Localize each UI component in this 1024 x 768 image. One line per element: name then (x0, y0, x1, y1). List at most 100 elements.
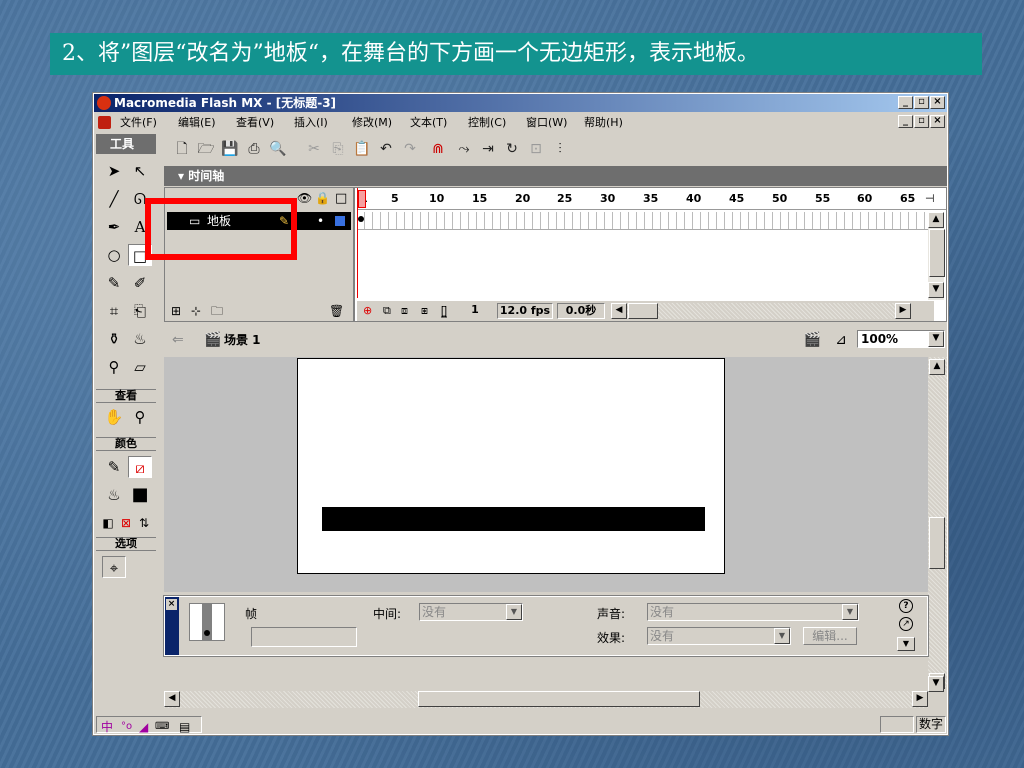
hscroll-left-arrow[interactable]: ◀ (611, 303, 627, 319)
window-titlebar[interactable]: Macromedia Flash MX - [无标题-3] (94, 94, 947, 112)
playhead[interactable] (357, 188, 366, 298)
zoom-tool-icon[interactable]: ⚲ (128, 406, 152, 428)
menu-modify[interactable]: 修改(M) (352, 113, 392, 132)
edit-symbol-icon[interactable]: ⊿ (835, 324, 847, 356)
hscroll-right-arrow[interactable]: ▶ (895, 303, 911, 319)
fill-transform-tool-icon[interactable]: ⎗ (128, 300, 152, 322)
ime-width-icon[interactable]: ◢ (139, 717, 148, 737)
redo-icon[interactable]: ↷ (400, 139, 420, 159)
insert-folder-icon[interactable]: 🗀 (211, 301, 223, 321)
tween-dropdown-icon[interactable]: ▼ (506, 604, 522, 620)
ime-chinese-icon[interactable]: 中 (101, 717, 113, 737)
paint-bucket-tool-icon[interactable]: ♨ (128, 328, 152, 350)
back-arrow-icon[interactable]: ⇐ (172, 324, 184, 356)
menu-edit[interactable]: 编辑(E) (178, 113, 216, 132)
straighten-icon[interactable]: ⇥ (478, 139, 498, 159)
scale-icon[interactable]: ⊡ (526, 139, 546, 159)
delete-layer-icon[interactable]: 🗑 (329, 301, 344, 321)
brush-tool-icon[interactable]: ✐ (128, 272, 152, 294)
sound-select[interactable]: 没有 ▼ (647, 603, 859, 621)
paste-icon[interactable]: 📋 (352, 139, 372, 159)
zoom-dropdown-icon[interactable]: ▼ (928, 331, 944, 347)
work-hscroll[interactable]: ◀ ▶ (164, 691, 928, 708)
work-scroll-right[interactable]: ▶ (912, 691, 928, 707)
center-frame-icon[interactable]: ⊕ (363, 301, 372, 321)
stroke-color-swatch[interactable]: ⧄ (128, 456, 152, 478)
timeline-vscroll[interactable]: ▲ ▼ (928, 212, 945, 300)
fill-color-icon[interactable]: ♨ (102, 484, 126, 506)
sound-dropdown-icon[interactable]: ▼ (842, 604, 858, 620)
swap-colors-icon[interactable]: ⇅ (132, 512, 156, 534)
menu-insert[interactable]: 插入(I) (294, 113, 328, 132)
hscroll-thumb[interactable] (628, 303, 658, 319)
work-scroll-thumb[interactable] (929, 517, 945, 569)
save-icon[interactable]: 💾 (220, 139, 240, 159)
work-scroll-left[interactable]: ◀ (164, 691, 180, 707)
copy-icon[interactable]: ⎘ (328, 139, 348, 159)
stage[interactable] (297, 358, 725, 574)
fill-color-swatch[interactable]: ■ (128, 484, 152, 506)
tween-select[interactable]: 没有 ▼ (419, 603, 523, 621)
menu-text[interactable]: 文本(T) (410, 113, 447, 132)
edit-multiple-icon[interactable]: ⧆ (421, 301, 428, 321)
minimize-button[interactable]: _ (898, 96, 913, 109)
stroke-color-icon[interactable]: ✎ (102, 456, 126, 478)
outline-icon[interactable]: □ (335, 191, 347, 206)
zoom-select[interactable]: 100% ▼ (857, 330, 945, 348)
open-file-icon[interactable]: 🗁 (196, 139, 216, 159)
edit-scene-icon[interactable]: 🎬 (804, 324, 821, 356)
work-hscroll-thumb[interactable] (418, 691, 700, 707)
scroll-thumb[interactable] (929, 229, 945, 277)
hand-tool-icon[interactable]: ✋ (102, 406, 126, 428)
align-icon[interactable]: ⫶ (550, 139, 570, 159)
work-area[interactable] (164, 357, 928, 592)
maximize-button[interactable]: ▫ (914, 96, 929, 109)
pencil-tool-icon[interactable]: ✎ (102, 272, 126, 294)
menu-file[interactable]: 文件(F) (120, 113, 157, 132)
free-transform-tool-icon[interactable]: ⌗ (102, 300, 126, 322)
props-scroll-down[interactable]: ▼ (928, 676, 947, 692)
floor-rectangle[interactable] (322, 507, 705, 531)
work-vscroll[interactable]: ▲ ▼ (928, 357, 947, 689)
ime-punct-icon[interactable]: °o (121, 717, 132, 737)
arrow-tool-icon[interactable]: ➤ (102, 160, 126, 182)
add-layer-icon[interactable]: ⊞ (171, 301, 181, 321)
scroll-down-arrow[interactable]: ▼ (928, 282, 944, 298)
playhead-marker[interactable] (358, 190, 366, 208)
oval-tool-icon[interactable]: ○ (102, 244, 126, 266)
line-tool-icon[interactable]: ╱ (102, 188, 126, 210)
menu-window[interactable]: 窗口(W) (526, 113, 567, 132)
subselect-tool-icon[interactable]: ↖ (128, 160, 152, 182)
doc-restore-button[interactable]: ▫ (914, 115, 929, 128)
properties-grip[interactable]: × (165, 597, 179, 655)
help-icon[interactable]: ? (899, 599, 913, 613)
ime-keyboard-icon[interactable]: ⌨ (155, 717, 169, 737)
scroll-up-arrow[interactable]: ▲ (928, 212, 944, 228)
cut-icon[interactable]: ✂ (304, 139, 324, 159)
effect-dropdown-icon[interactable]: ▼ (774, 628, 790, 644)
snap-magnet-icon[interactable]: ⋒ (428, 139, 448, 159)
timeline-header[interactable]: ▾ 时间轴 (164, 166, 947, 186)
smooth-icon[interactable]: ⤳ (454, 139, 474, 159)
work-scroll-up[interactable]: ▲ (929, 359, 945, 375)
doc-minimize-button[interactable]: _ (898, 115, 913, 128)
onion-skin-icon[interactable]: ⧉ (383, 301, 391, 321)
ink-bottle-tool-icon[interactable]: ⚱ (102, 328, 126, 350)
new-file-icon[interactable]: 🗋 (172, 139, 192, 159)
close-button[interactable]: × (930, 96, 945, 109)
onion-outline-icon[interactable]: ⧈ (401, 301, 408, 321)
layer-visible-dot[interactable]: • (317, 212, 324, 230)
print-preview-icon[interactable]: 🔍 (268, 139, 288, 159)
ime-menu-icon[interactable]: ▤ (179, 717, 190, 737)
print-icon[interactable]: ⎙ (244, 139, 264, 159)
frame-label-input[interactable] (251, 627, 357, 647)
layer-outline-color[interactable] (335, 216, 345, 226)
effect-select[interactable]: 没有 ▼ (647, 627, 791, 645)
rotate-icon[interactable]: ↻ (502, 139, 522, 159)
doc-close-button[interactable]: × (930, 115, 945, 128)
snap-option-icon[interactable]: ⌖ (102, 556, 126, 578)
onion-markers-icon[interactable]: ⦋⦌ (441, 301, 447, 321)
undo-icon[interactable]: ↶ (376, 139, 396, 159)
properties-close-icon[interactable]: × (166, 599, 177, 610)
edit-sound-button[interactable]: 编辑... (803, 627, 857, 645)
